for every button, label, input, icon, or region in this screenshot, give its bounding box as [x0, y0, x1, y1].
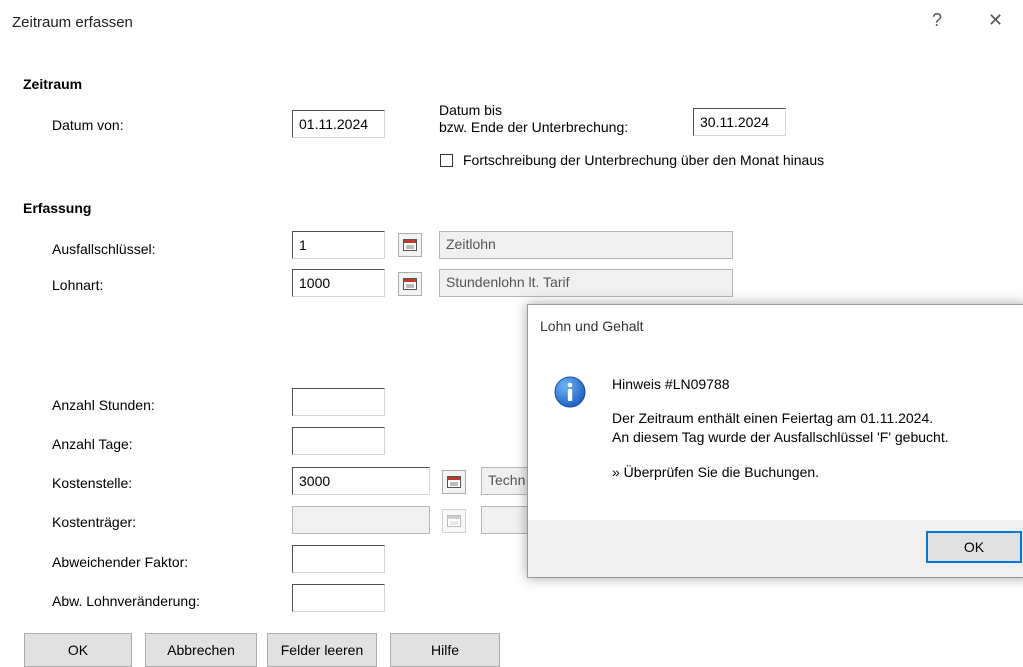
- lohnart-field[interactable]: 1000: [292, 269, 385, 297]
- tage-field[interactable]: [292, 427, 385, 455]
- abbrechen-button[interactable]: Abbrechen: [145, 633, 257, 667]
- message-body: Hinweis #LN09788 Der Zeitraum enthält ei…: [528, 355, 1023, 520]
- ok-button[interactable]: OK: [24, 633, 132, 667]
- list-picker-icon: [447, 515, 461, 527]
- felder-leeren-button[interactable]: Felder leeren: [267, 633, 377, 667]
- fortschreibung-label[interactable]: Fortschreibung der Unterbrechung über de…: [463, 152, 824, 168]
- ausfall-description: Zeitlohn: [439, 231, 733, 259]
- hilfe-button[interactable]: Hilfe: [390, 633, 500, 667]
- fortschreibung-checkbox[interactable]: [440, 154, 453, 167]
- datum-von-label: Datum von:: [52, 117, 124, 133]
- message-line1: Der Zeitraum enthält einen Feiertag am 0…: [612, 410, 934, 426]
- lohnart-label: Lohnart:: [52, 277, 104, 293]
- kostenstelle-description: Techn: [481, 467, 531, 495]
- list-picker-icon: [403, 278, 417, 290]
- ausfall-lookup-button[interactable]: [398, 233, 422, 257]
- datum-bis-field[interactable]: 30.11.2024: [693, 108, 786, 136]
- list-picker-icon: [403, 239, 417, 251]
- help-button[interactable]: ?: [932, 10, 942, 31]
- datum-bis-label-line2: bzw. Ende der Unterbrechung:: [439, 119, 629, 135]
- close-button[interactable]: ✕: [988, 10, 1003, 31]
- info-icon: [554, 376, 586, 408]
- datum-bis-label: Datum bis bzw. Ende der Unterbrechung:: [439, 102, 628, 136]
- section-zeitraum: Zeitraum: [23, 76, 83, 92]
- message-line3: » Überprüfen Sie die Buchungen.: [612, 464, 820, 480]
- kostentraeger-lookup-button: [442, 509, 466, 533]
- datum-von-field[interactable]: 01.11.2024: [292, 110, 385, 138]
- window-title: Zeitraum erfassen: [12, 14, 133, 31]
- section-erfassung: Erfassung: [23, 200, 92, 216]
- kostenstelle-lookup-button[interactable]: [442, 470, 466, 494]
- kostentraeger-description: [481, 506, 531, 534]
- ausfall-label: Ausfallschlüssel:: [52, 241, 156, 257]
- faktor-label: Abweichender Faktor:: [52, 554, 189, 570]
- lohnart-description: Stundenlohn lt. Tarif: [439, 269, 733, 297]
- datum-bis-label-line1: Datum bis: [439, 102, 503, 118]
- kostentraeger-field: [292, 506, 430, 534]
- stunden-field[interactable]: [292, 388, 385, 416]
- message-dialog-title: Lohn und Gehalt: [540, 318, 644, 334]
- message-line2: An diesem Tag wurde der Ausfallschlüssel…: [612, 429, 949, 445]
- message-ok-button[interactable]: OK: [926, 531, 1022, 563]
- kostenstelle-field[interactable]: 3000: [292, 467, 430, 495]
- list-picker-icon: [447, 476, 461, 488]
- lohnveraenderung-label: Abw. Lohnveränderung:: [52, 593, 200, 609]
- kostentraeger-label: Kostenträger:: [52, 514, 137, 530]
- message-dialog: Lohn und Gehalt Hinweis #LN09788 Der Zei…: [527, 304, 1023, 578]
- lohnart-lookup-button[interactable]: [398, 272, 422, 296]
- tage-label: Anzahl Tage:: [52, 436, 133, 452]
- kostenstelle-label: Kostenstelle:: [52, 475, 133, 491]
- lohnveraenderung-field[interactable]: [292, 584, 385, 612]
- stunden-label: Anzahl Stunden:: [52, 397, 155, 413]
- ausfall-field[interactable]: 1: [292, 231, 385, 259]
- faktor-field[interactable]: [292, 545, 385, 573]
- message-heading: Hinweis #LN09788: [612, 376, 730, 392]
- window-titlebar: Zeitraum erfassen ? ✕: [0, 0, 1023, 44]
- message-footer: OK: [528, 520, 1023, 577]
